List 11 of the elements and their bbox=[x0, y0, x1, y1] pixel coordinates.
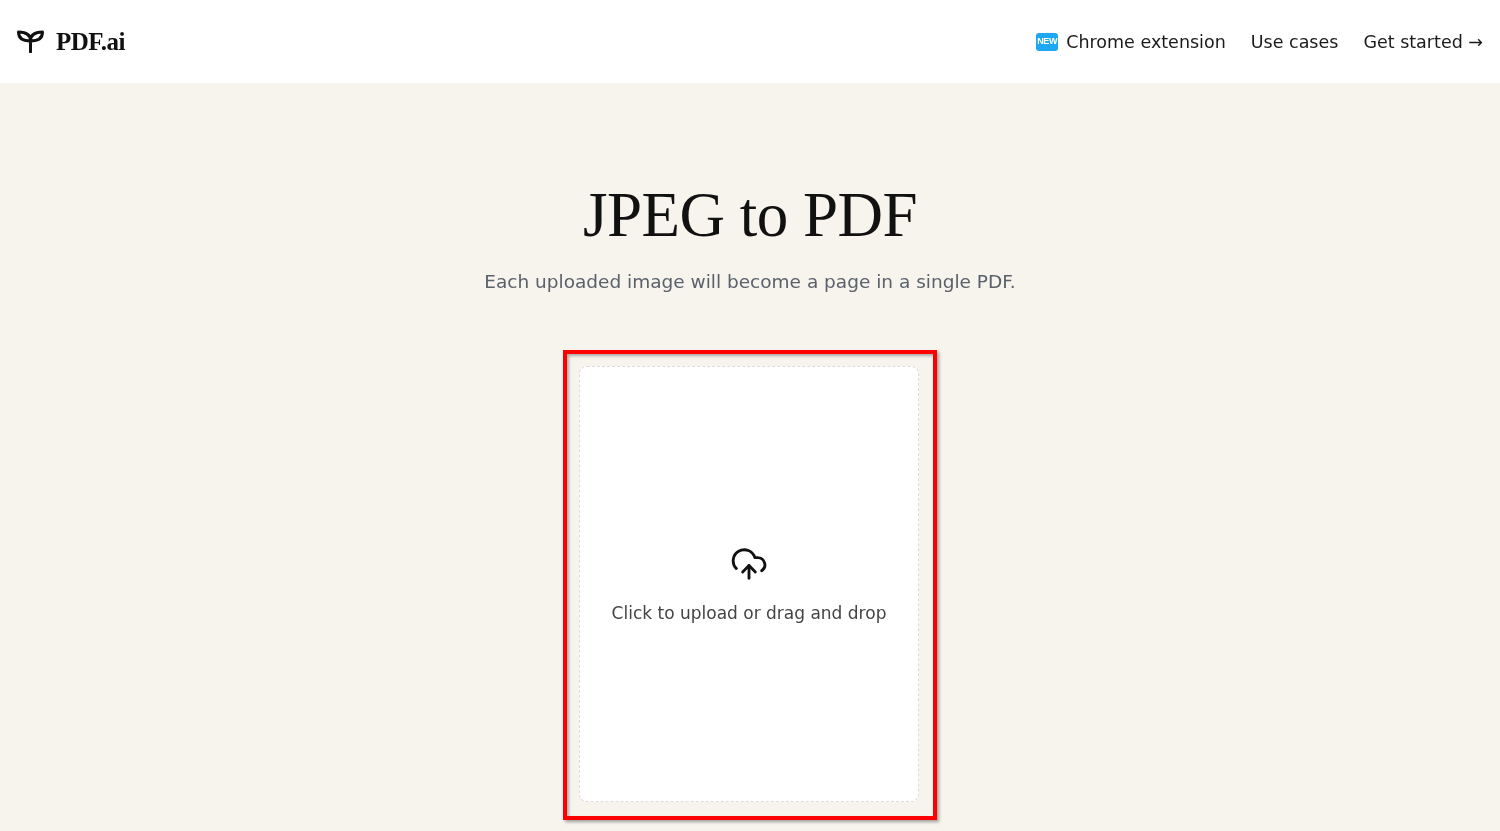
upload-dropzone[interactable]: Click to upload or drag and drop bbox=[579, 366, 919, 802]
page-title: JPEG to PDF bbox=[582, 179, 918, 251]
nav-link[interactable]: Get started → bbox=[1363, 31, 1483, 52]
nav-link[interactable]: Use cases bbox=[1250, 31, 1339, 52]
logo-text[interactable]: PDF.ai bbox=[56, 27, 125, 56]
sprout-logo-icon bbox=[16, 30, 45, 53]
nav-link[interactable]: Chrome extension bbox=[1066, 31, 1226, 52]
new-badge: NEW bbox=[1036, 32, 1059, 51]
cloud-upload-icon bbox=[730, 545, 768, 583]
upload-prompt: Click to upload or drag and drop bbox=[611, 603, 887, 623]
page-subtitle: Each uploaded image will become a page in a single PDF. bbox=[484, 271, 1016, 292]
